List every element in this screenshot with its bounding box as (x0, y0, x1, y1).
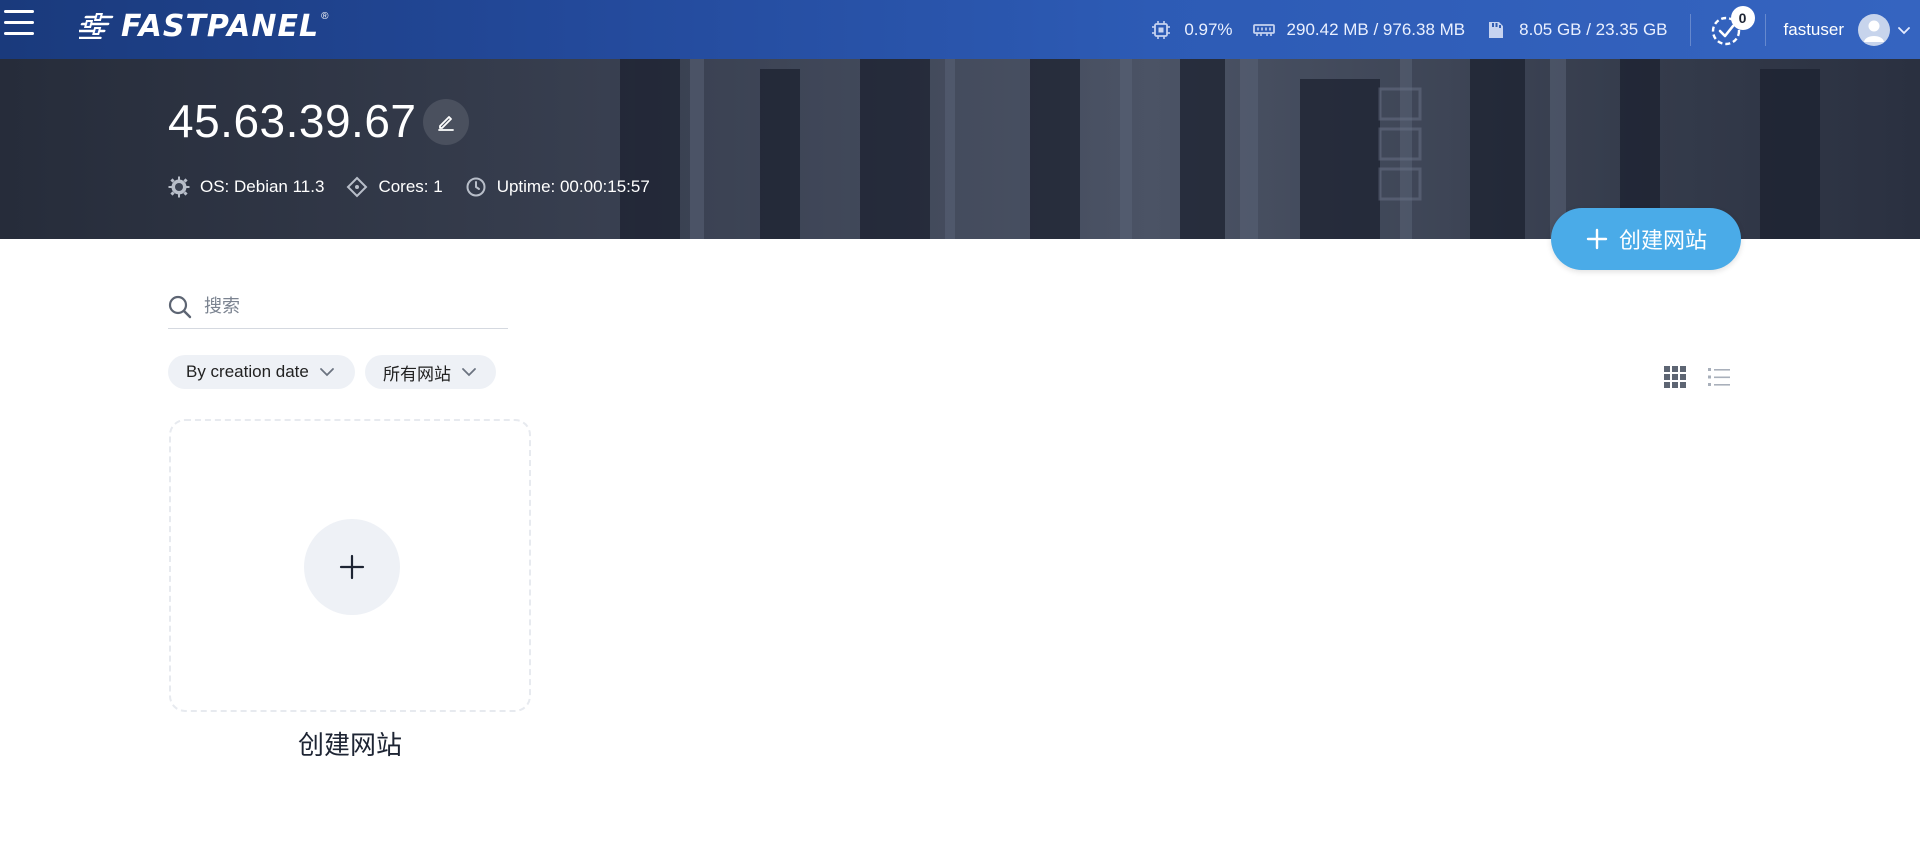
sort-filter-label: By creation date (186, 362, 309, 381)
sort-filter-dropdown[interactable]: By creation date (168, 355, 355, 389)
grid-view-button[interactable] (1663, 365, 1687, 389)
disk-metric: 8.05 GB / 23.35 GB (1485, 19, 1668, 41)
os-info: OS: Debian 11.3 (168, 176, 324, 198)
disk-value: 8.05 GB / 23.35 GB (1519, 19, 1668, 39)
resource-metrics: 0.97% 290.42 MB / 976.38 MB 8.05 GB / 23… (1150, 0, 1920, 59)
tasks-button[interactable]: 0 (1709, 5, 1755, 48)
disk-icon (1485, 19, 1507, 41)
clock-icon (465, 176, 487, 198)
ram-value: 290.42 MB / 976.38 MB (1286, 19, 1466, 39)
pencil-icon (438, 116, 454, 131)
menu-hamburger-button[interactable] (4, 10, 38, 40)
logo-registered-mark: ® (321, 10, 329, 22)
chevron-down-icon (461, 364, 477, 380)
ram-metric: 290.42 MB / 976.38 MB (1252, 19, 1466, 41)
grid-view-icon (1664, 366, 1686, 388)
search-input[interactable] (204, 296, 504, 317)
memory-icon (1252, 19, 1275, 41)
sliders-logo-icon (79, 13, 114, 39)
plus-icon (339, 554, 365, 580)
site-type-filter-dropdown[interactable]: 所有网站 (365, 355, 496, 389)
plus-icon (1586, 228, 1608, 250)
uptime-info: Uptime: 00:00:15:57 (465, 176, 650, 198)
site-type-filter-label: 所有网站 (383, 364, 451, 384)
list-view-button[interactable] (1707, 365, 1731, 389)
create-site-label: 创建网站 (1618, 228, 1707, 253)
username: fastuser (1783, 19, 1844, 39)
gear-icon (168, 176, 190, 198)
avatar (1858, 13, 1890, 46)
header-divider (1764, 13, 1766, 46)
logo-text: FASTPANEL (121, 8, 320, 44)
chevron-down-icon (319, 364, 335, 380)
header-divider (1689, 13, 1691, 46)
diamond-icon (346, 176, 368, 198)
cpu-icon (1150, 19, 1172, 41)
user-avatar-icon (1864, 20, 1884, 42)
cores-value: Cores: 1 (378, 177, 443, 196)
create-site-card-plus[interactable] (304, 519, 400, 615)
cpu-value: 0.97% (1184, 19, 1233, 39)
search-bar (168, 285, 508, 329)
top-bar: FASTPANEL ® 0.97% 290.42 MB / 976.38 MB … (0, 0, 1920, 59)
list-view-icon (1708, 368, 1730, 386)
server-info-row: OS: Debian 11.3 Cores: 1 Uptime: 00:00:1… (168, 176, 672, 198)
search-icon (168, 295, 192, 318)
create-site-card[interactable] (169, 419, 531, 712)
chevron-down-icon (1898, 26, 1910, 34)
edit-server-name-button[interactable] (423, 99, 469, 145)
os-value: OS: Debian 11.3 (200, 177, 325, 196)
fastpanel-logo[interactable]: FASTPANEL ® (79, 8, 328, 44)
create-site-card-label[interactable]: 创建网站 (169, 725, 531, 762)
cpu-metric: 0.97% (1150, 19, 1233, 41)
server-ip-title: 45.63.39.67 (168, 95, 417, 147)
create-site-button[interactable]: 创建网站 (1551, 208, 1741, 270)
uptime-value: Uptime: 00:00:15:57 (496, 177, 650, 196)
cores-info: Cores: 1 (346, 176, 443, 198)
user-menu[interactable]: fastuser (1783, 13, 1912, 46)
tasks-count-badge: 0 (1730, 5, 1755, 30)
